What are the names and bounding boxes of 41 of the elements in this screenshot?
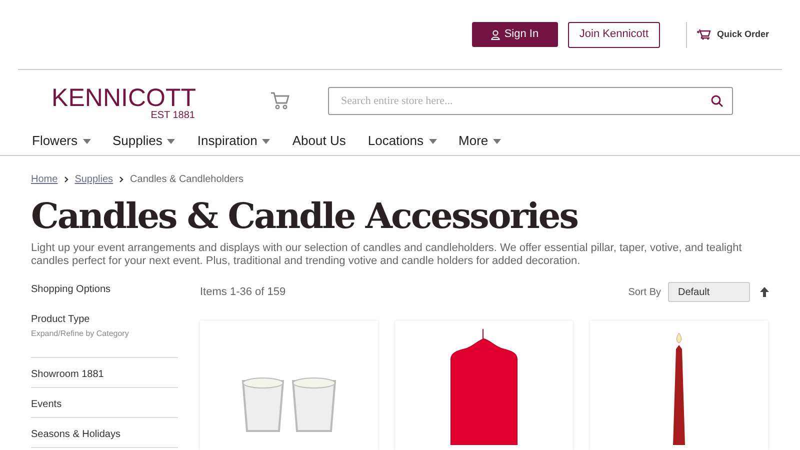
- join-button[interactable]: Join Kennicott: [568, 22, 660, 48]
- sort-dropdown[interactable]: Default: [668, 282, 750, 302]
- logo-tagline: EST 1881: [150, 111, 196, 121]
- nav-item[interactable]: Supplies: [112, 132, 176, 150]
- search-icon[interactable]: [711, 95, 723, 107]
- sidebar-heading: Shopping Options: [31, 283, 112, 297]
- cart-plus-icon: [696, 29, 711, 40]
- breadcrumb-current: Candles & Candleholders: [130, 172, 244, 186]
- nav-item[interactable]: Locations: [368, 132, 437, 150]
- caret-icon: [262, 138, 270, 144]
- breadcrumb-link[interactable]: Home: [31, 172, 58, 186]
- nav-item[interactable]: About Us: [292, 132, 346, 150]
- caret-icon: [82, 138, 91, 144]
- nav-item[interactable]: More: [458, 132, 502, 150]
- nav-item[interactable]: Flowers: [32, 132, 91, 150]
- sidebar-item[interactable]: Seasons & Holidays: [31, 423, 120, 442]
- user-icon: [491, 30, 500, 40]
- arrow-up-icon[interactable]: [760, 287, 769, 297]
- breadcrumb-link[interactable]: Supplies: [74, 172, 114, 186]
- item-count: Items 1-36 of 159: [200, 284, 286, 300]
- sidebar-item[interactable]: Events: [31, 393, 62, 412]
- page-title: Candles & Candle Accessories: [31, 196, 578, 238]
- logo-wordmark: KENNICOTT: [52, 85, 196, 111]
- chevron-icon: [64, 176, 69, 182]
- sort-label: Sort By: [628, 286, 661, 300]
- search-field[interactable]: Search entire store here...: [328, 87, 733, 115]
- filter-title[interactable]: Product Type: [31, 312, 178, 327]
- product-card[interactable]: [590, 321, 768, 450]
- filter-hint: Expand/Refine by Category: [31, 328, 130, 340]
- cart-icon[interactable]: [270, 92, 290, 110]
- quick-order-label: Quick Order: [716, 28, 769, 41]
- quick-order-link[interactable]: Quick Order: [696, 28, 769, 42]
- nav-item[interactable]: Inspiration: [197, 132, 270, 150]
- chevron-icon: [119, 176, 124, 182]
- sign-in-button[interactable]: Sign In: [472, 22, 558, 47]
- product-card[interactable]: [395, 321, 573, 450]
- category-description: Light up your event arrangements and displays with our selection of candles and candleholders. We offer essential pillar, taper, votive, and tealight candles perfect for your next event. Plus, traditional and trending votive and candle holders for added decoration.: [31, 242, 743, 268]
- caret-icon: [428, 138, 437, 144]
- sidebar-item[interactable]: Showroom 1881: [31, 363, 104, 382]
- caret-icon: [167, 138, 176, 144]
- caret-icon: [493, 138, 502, 144]
